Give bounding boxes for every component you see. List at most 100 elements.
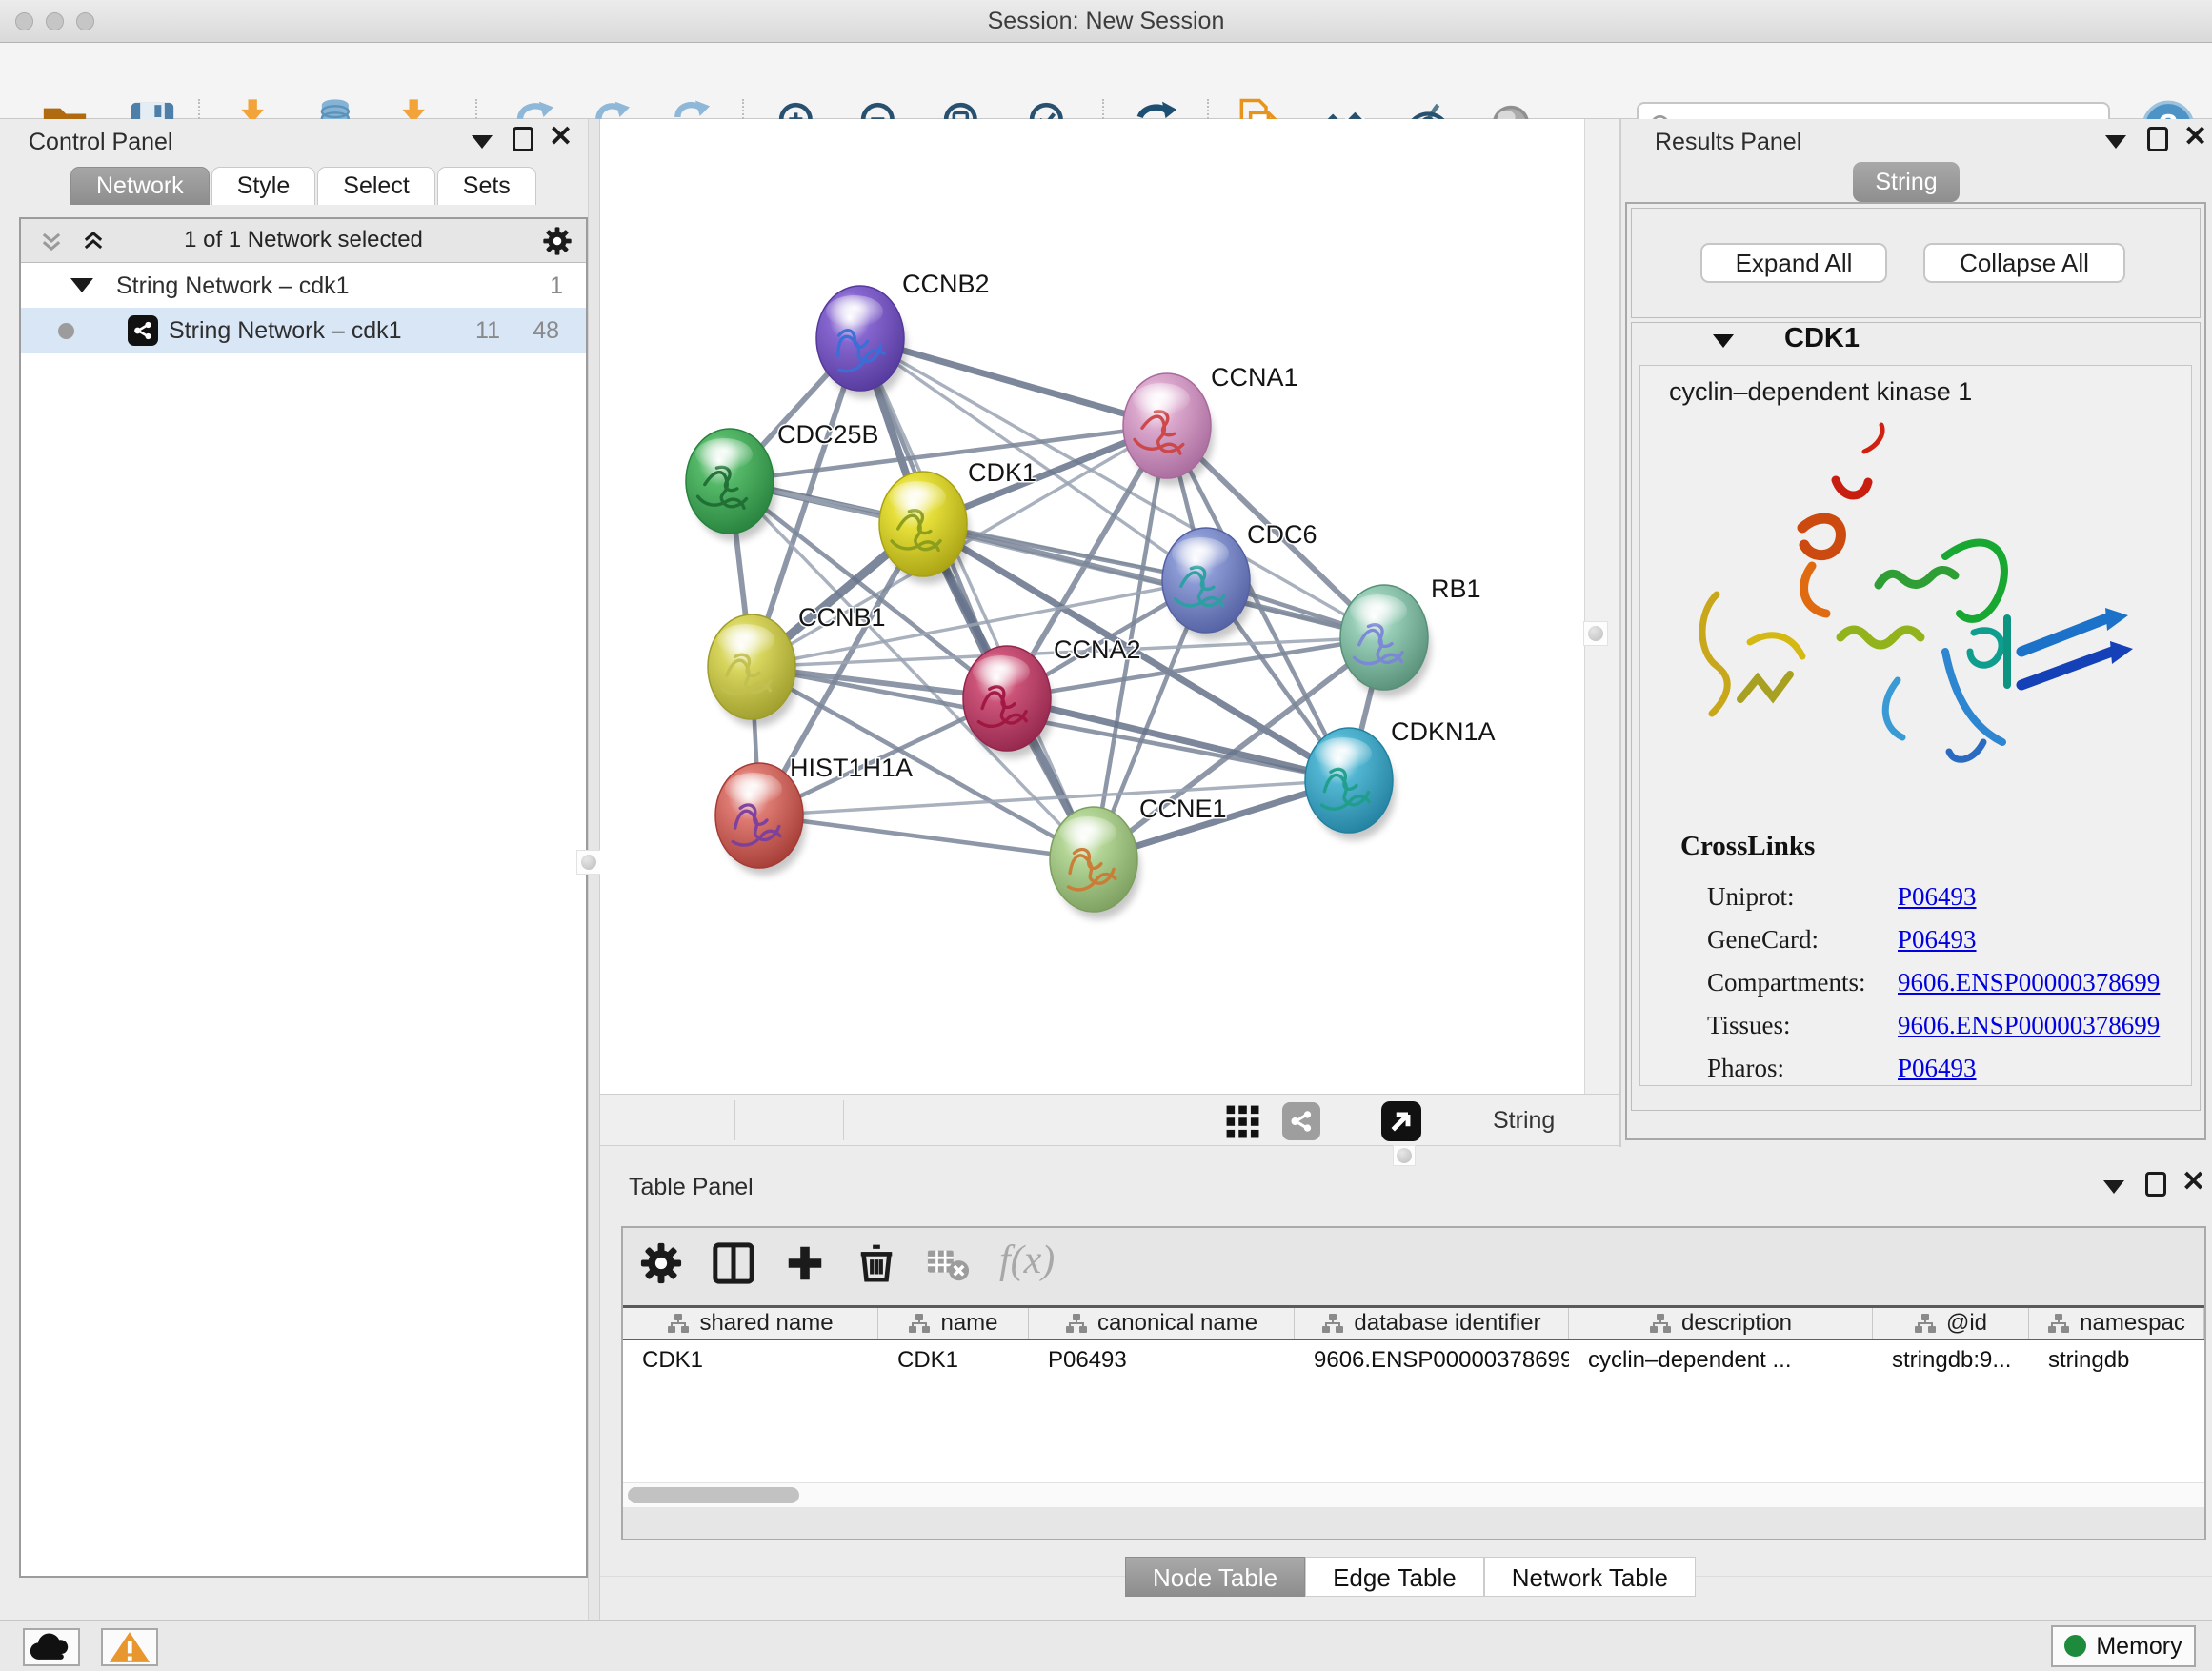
crosslink-label: Pharos: (1707, 1054, 1898, 1083)
crosslinks-list: Uniprot:P06493GeneCard:P06493Compartment… (1680, 869, 2176, 1097)
protein-name: CDK1 (1784, 323, 1860, 354)
control-panel-float-icon[interactable] (472, 135, 493, 149)
horizontal-splitter-handle[interactable] (1393, 1145, 1416, 1166)
left-splitter-handle[interactable] (576, 850, 601, 875)
table-cell[interactable]: P06493 (1029, 1340, 1295, 1379)
cloud-button[interactable] (23, 1628, 80, 1666)
column-header-label: shared name (699, 1310, 833, 1337)
gear-icon[interactable] (639, 1241, 683, 1285)
node-label-CCNE1: CCNE1 (1139, 795, 1227, 823)
tree-collapse-icon[interactable] (70, 278, 93, 292)
tab-edge-table[interactable]: Edge Table (1305, 1557, 1484, 1597)
results-panel-maximize-icon[interactable] (2147, 127, 2168, 151)
column-header-database-identifier[interactable]: database identifier (1295, 1308, 1569, 1339)
network-node-CCNB1[interactable]: CCNB1 (708, 603, 886, 727)
network-node-RB1[interactable]: RB1 (1340, 574, 1481, 697)
network-node-CDKN1A[interactable]: CDKN1A (1305, 717, 1496, 840)
network-tree-root-row[interactable]: String Network – cdk1 1 (21, 265, 586, 308)
crosslink-label: GeneCard: (1707, 925, 1898, 955)
control-panel-maximize-icon[interactable] (513, 127, 533, 151)
crosslink-link[interactable]: 9606.ENSP00000378699 (1898, 1011, 2160, 1040)
grid-icon[interactable] (1225, 1104, 1261, 1140)
network-node-CCNB2[interactable]: CCNB2 (816, 270, 990, 398)
protein-collapse-icon[interactable] (1713, 334, 1734, 348)
node-table: shared name name canonical name database id… (623, 1305, 2204, 1507)
table-cell[interactable]: 9606.ENSP00000378699 (1295, 1340, 1569, 1379)
column-header-label: @id (1946, 1310, 1987, 1337)
column-header-@id[interactable]: @id (1873, 1308, 2029, 1339)
network-edge-HIST1H1A-CCNE1[interactable] (759, 815, 1094, 859)
crosslink-row: Compartments:9606.ENSP00000378699 (1707, 968, 2176, 997)
delete-table-icon[interactable] (926, 1241, 970, 1285)
warning-button[interactable] (101, 1628, 158, 1666)
table-cell[interactable]: CDK1 (878, 1340, 1029, 1379)
tab-string[interactable]: String (1853, 162, 1960, 202)
results-panel-title: Results Panel (1655, 129, 1801, 156)
column-header-name[interactable]: name (878, 1308, 1029, 1339)
crosslink-row: GeneCard:P06493 (1707, 925, 2176, 955)
column-header-label: description (1681, 1310, 1792, 1337)
protein-description: cyclin–dependent kinase 1 (1669, 377, 1972, 407)
network-node-CDC6[interactable]: CDC6 (1162, 520, 1317, 640)
table-panel-float-icon[interactable] (2103, 1180, 2124, 1194)
table-header-row: shared name name canonical name database id… (623, 1308, 2204, 1340)
control-panel-close-icon[interactable]: ✕ (549, 125, 573, 150)
share-icon[interactable] (1282, 1102, 1320, 1140)
right-splitter-handle[interactable] (1583, 621, 1608, 646)
crosslink-link[interactable]: P06493 (1898, 882, 1977, 912)
gear-icon[interactable] (542, 226, 573, 256)
tab-select[interactable]: Select (317, 167, 434, 205)
memory-button[interactable]: Memory (2051, 1625, 2196, 1667)
column-header-canonical-name[interactable]: canonical name (1029, 1308, 1295, 1339)
crosslink-label: Tissues: (1707, 1011, 1898, 1040)
crosslink-link[interactable]: 9606.ENSP00000378699 (1898, 968, 2160, 997)
columns-icon[interactable] (712, 1241, 755, 1285)
function-builder-icon[interactable]: f(x) (999, 1238, 1055, 1283)
column-header-label: canonical name (1097, 1310, 1257, 1337)
table-panel-close-icon[interactable]: ✕ (2182, 1170, 2205, 1195)
table-row[interactable]: CDK1CDK1P064939606.ENSP00000378699cyclin… (623, 1340, 2204, 1379)
crosslink-row: Pharos:P06493 (1707, 1054, 2176, 1083)
collapse-all-button[interactable]: Collapse All (1923, 243, 2125, 283)
node-label-CCNB2: CCNB2 (902, 270, 990, 298)
birdseye-icon[interactable] (1381, 1101, 1421, 1141)
results-panel-close-icon[interactable]: ✕ (2183, 125, 2207, 150)
node-label-CDC6: CDC6 (1247, 520, 1317, 549)
results-buttons-box: Expand All Collapse All (1631, 208, 2201, 318)
table-hscrollbar[interactable] (623, 1482, 2204, 1507)
network-tree-toolbar: 1 of 1 Network selected (21, 219, 586, 263)
window-titlebar: Session: New Session (0, 0, 2212, 43)
table-cell[interactable]: cyclin–dependent ... (1569, 1340, 1873, 1379)
tab-node-table[interactable]: Node Table (1125, 1557, 1305, 1597)
network-node-CDK1[interactable]: CDK1 (879, 458, 1036, 584)
delete-column-icon[interactable] (855, 1241, 898, 1285)
node-label-CDKN1A: CDKN1A (1391, 717, 1496, 746)
crosslink-link[interactable]: P06493 (1898, 925, 1977, 955)
column-header-label: namespac (2080, 1310, 2185, 1337)
add-column-icon[interactable] (783, 1241, 827, 1285)
table-cell[interactable]: CDK1 (623, 1340, 878, 1379)
tab-style[interactable]: Style (211, 167, 316, 205)
sitemap-icon (2047, 1312, 2070, 1335)
table-cell[interactable]: stringdb:9... (1873, 1340, 2029, 1379)
network-tree-child-row[interactable]: String Network – cdk1 11 48 (21, 308, 586, 353)
network-node-HIST1H1A[interactable]: HIST1H1A (715, 754, 913, 876)
canvas-scrollbar[interactable] (1584, 119, 1619, 1094)
results-panel-float-icon[interactable] (2105, 135, 2126, 149)
crosslink-link[interactable]: P06493 (1898, 1054, 1977, 1083)
network-node-CCNE1[interactable]: CCNE1 (1050, 795, 1227, 919)
node-label-RB1: RB1 (1431, 574, 1481, 603)
table-panel-maximize-icon[interactable] (2145, 1172, 2166, 1197)
sitemap-icon (1321, 1312, 1344, 1335)
table-cell[interactable]: stringdb (2029, 1340, 2204, 1379)
protein-detail-box: cyclin–dependent kinase 1 (1639, 365, 2192, 1086)
tab-sets[interactable]: Sets (437, 167, 536, 205)
tab-network-table[interactable]: Network Table (1484, 1557, 1696, 1597)
column-header-description[interactable]: description (1569, 1308, 1873, 1339)
tab-network[interactable]: Network (70, 167, 210, 205)
column-header-shared-name[interactable]: shared name (623, 1308, 878, 1339)
network-canvas[interactable]: CCNB2CCNA1CDC25BCDK1CDC6RB1CCNB1CCNA2CDK… (600, 119, 1584, 1094)
expand-all-button[interactable]: Expand All (1700, 243, 1887, 283)
control-panel: Control Panel ✕ NetworkStyleSelectSets 1… (0, 119, 600, 1620)
column-header-namespac[interactable]: namespac (2029, 1308, 2204, 1339)
